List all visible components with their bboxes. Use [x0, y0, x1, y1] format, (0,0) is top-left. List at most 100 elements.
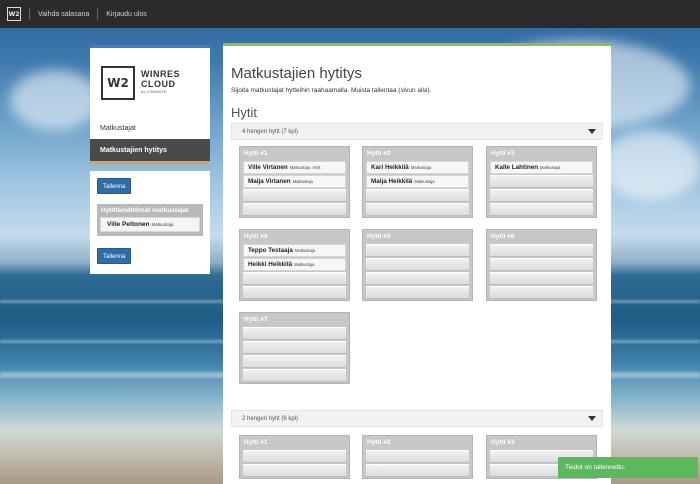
cabin-card[interactable]: Hytti #5 — [362, 229, 473, 301]
cabin-slot-occupied[interactable]: Kalle Lahtinen Matkustaja — [490, 161, 593, 174]
logout-link[interactable]: Kirjaudu ulos — [106, 11, 146, 18]
caret-down-icon[interactable] — [588, 129, 596, 134]
unassigned-title: Hytittämättömät matkustajat — [101, 207, 189, 214]
cabin-group-header[interactable]: 4 hengen hytit (7 kpl) — [231, 123, 603, 140]
cabin-slot-empty[interactable] — [243, 203, 346, 216]
unassigned-passengers-box[interactable]: Hytittämättömät matkustajat Ville Pelton… — [97, 204, 203, 236]
divider — [97, 8, 99, 20]
sidebar-item-cabin-assignment[interactable]: Matkustajien hytitys — [90, 139, 210, 161]
save-button-top[interactable]: Tallenna — [97, 178, 132, 194]
brand-line2: CLOUD — [141, 78, 176, 89]
sidebar-item-passengers[interactable]: Matkustajat — [90, 117, 210, 139]
brand-line3: by COMGATE — [141, 89, 167, 95]
passenger-name: Ville Virtanen — [248, 164, 288, 171]
cabin-slot-occupied[interactable]: Maija Virtanen Matkustaja — [243, 175, 346, 188]
cabin-slot-empty[interactable] — [366, 244, 469, 257]
background-cloud — [600, 130, 700, 200]
cabin-slot-empty[interactable] — [366, 450, 469, 463]
passenger-role: Matkustaja — [540, 165, 561, 170]
cabin-group-label: 2 hengen hytit (6 kpl) — [242, 415, 299, 422]
cabin-card[interactable]: Hytti #1 — [239, 435, 350, 479]
cabin-card[interactable]: Hytti #7 — [239, 312, 350, 384]
cabin-slot-empty[interactable] — [243, 341, 346, 354]
cabin-slot-occupied[interactable]: Ville Virtanen Matkustaja, Vmk — [243, 161, 346, 174]
cabin-slot-empty[interactable] — [366, 189, 469, 202]
cabin-slot-empty[interactable] — [366, 203, 469, 216]
caret-down-icon[interactable] — [588, 416, 596, 421]
cabin-card[interactable]: Hytti #2 — [362, 435, 473, 479]
page-title: Matkustajien hytitys — [231, 65, 362, 82]
section-title: Hytit — [231, 105, 257, 120]
passenger-name: Kari Heikkilä — [371, 164, 409, 171]
cabin-grid: Hytti #1 Ville Virtanen Matkustaja, Vmk M… — [231, 140, 603, 410]
cabin-card[interactable]: Hytti #2 Kari Heikkilä Matkustaja Maija H… — [362, 146, 473, 218]
cabin-slot-empty[interactable] — [490, 258, 593, 271]
cabin-card[interactable]: Hytti #4 Teppo Testaaja Matkustaja Heikki… — [239, 229, 350, 301]
cabin-title: Hytti #6 — [491, 233, 515, 240]
cabin-slot-empty[interactable] — [243, 450, 346, 463]
divider — [29, 8, 30, 20]
sidebar-accent — [90, 161, 210, 164]
passenger-role: Matkustaja — [294, 248, 316, 253]
cabin-slot-empty[interactable] — [366, 272, 469, 285]
change-password-link[interactable]: Vaihda salasana — [38, 11, 89, 18]
background-cloud — [10, 70, 100, 130]
cabin-slot-empty[interactable] — [490, 189, 593, 202]
cabin-grid: Hytti #1 Hytti #2 Hytti #3 — [231, 427, 603, 484]
cabin-title: Hytti #1 — [244, 150, 268, 157]
cabin-card[interactable]: Hytti #1 Ville Virtanen Matkustaja, Vmk M… — [239, 146, 350, 218]
top-bar: W2 Vaihda salasana Kirjaudu ulos — [0, 0, 700, 28]
passenger-role: Matkustaja — [414, 179, 435, 184]
cabin-title: Hytti #1 — [244, 439, 268, 446]
passenger-name: Maija Heikkilä — [371, 178, 413, 185]
passenger-name: Kalle Lahtinen — [495, 164, 539, 171]
cabin-slot-occupied[interactable]: Heikki Heikkilä Matkustaja — [243, 258, 346, 271]
cabin-title: Hytti #2 — [367, 439, 391, 446]
sidebar-nav: Matkustajat Matkustajien hytitys — [90, 117, 210, 164]
cabin-card[interactable]: Hytti #3 Kalle Lahtinen Matkustaja — [486, 146, 597, 218]
brand-mark-icon: W2 — [101, 65, 135, 100]
cabin-slot-empty[interactable] — [243, 355, 346, 368]
cabin-slot-empty[interactable] — [243, 369, 346, 382]
passenger-name: Maija Virtanen — [248, 178, 291, 185]
cabin-slot-empty[interactable] — [243, 327, 346, 340]
app-logo-icon[interactable]: W2 — [7, 7, 21, 21]
cabin-slot-empty[interactable] — [243, 464, 346, 477]
brand-logo-box: W2 WINRES CLOUD by COMGATE — [101, 65, 199, 100]
cabin-slot-empty[interactable] — [243, 189, 346, 202]
cabin-title: Hytti #5 — [367, 233, 391, 240]
sidebar-actions: Tallenna Hytittämättömät matkustajat Vil… — [90, 171, 210, 274]
save-success-toast[interactable]: Tiedot on tallennettu. — [558, 457, 698, 478]
passenger-name: Heikki Heikkilä — [248, 261, 293, 268]
cabin-slot-empty[interactable] — [366, 286, 469, 299]
cabin-title: Hytti #2 — [367, 150, 391, 157]
save-button-bottom[interactable]: Tallenna — [97, 248, 132, 264]
cabin-title: Hytti #7 — [244, 316, 268, 323]
cabin-slot-occupied[interactable]: Kari Heikkilä Matkustaja — [366, 161, 469, 174]
cabin-title: Hytti #3 — [491, 150, 515, 157]
page-subtitle: Sijoita matkustajat hytteihin raahaamall… — [231, 87, 432, 94]
cabin-slot-occupied[interactable]: Teppo Testaaja Matkustaja — [243, 244, 346, 257]
passenger-role: Matkustaja — [294, 262, 315, 267]
cabin-slot-empty[interactable] — [366, 258, 469, 271]
cabin-group-header[interactable]: 2 hengen hytit (6 kpl) — [231, 410, 603, 427]
passenger-name: Ville Peltonen — [107, 221, 150, 228]
cabin-slot-empty[interactable] — [490, 244, 593, 257]
passenger-role: Matkustaja — [292, 179, 313, 184]
cabin-card[interactable]: Hytti #6 — [486, 229, 597, 301]
main-panel: Matkustajien hytitys Sijoita matkustajat… — [223, 43, 611, 484]
brand-logo: W2 WINRES CLOUD by COMGATE — [90, 45, 210, 117]
cabin-title: Hytti #4 — [244, 233, 268, 240]
cabin-slot-empty[interactable] — [490, 286, 593, 299]
cabin-slot-empty[interactable] — [243, 272, 346, 285]
cabin-slot-empty[interactable] — [490, 203, 593, 216]
cabin-group-label: 4 hengen hytit (7 kpl) — [242, 128, 299, 135]
passenger-role: Matkustaja — [410, 165, 432, 170]
passenger-role: Matkustaja, Vmk — [289, 165, 321, 170]
cabin-slot-occupied[interactable]: Maija Heikkilä Matkustaja — [366, 175, 469, 188]
cabin-slot-empty[interactable] — [490, 175, 593, 188]
cabin-slot-empty[interactable] — [490, 272, 593, 285]
passenger-chip[interactable]: Ville Peltonen Matkustaja — [100, 217, 200, 232]
cabin-slot-empty[interactable] — [366, 464, 469, 477]
cabin-slot-empty[interactable] — [243, 286, 346, 299]
